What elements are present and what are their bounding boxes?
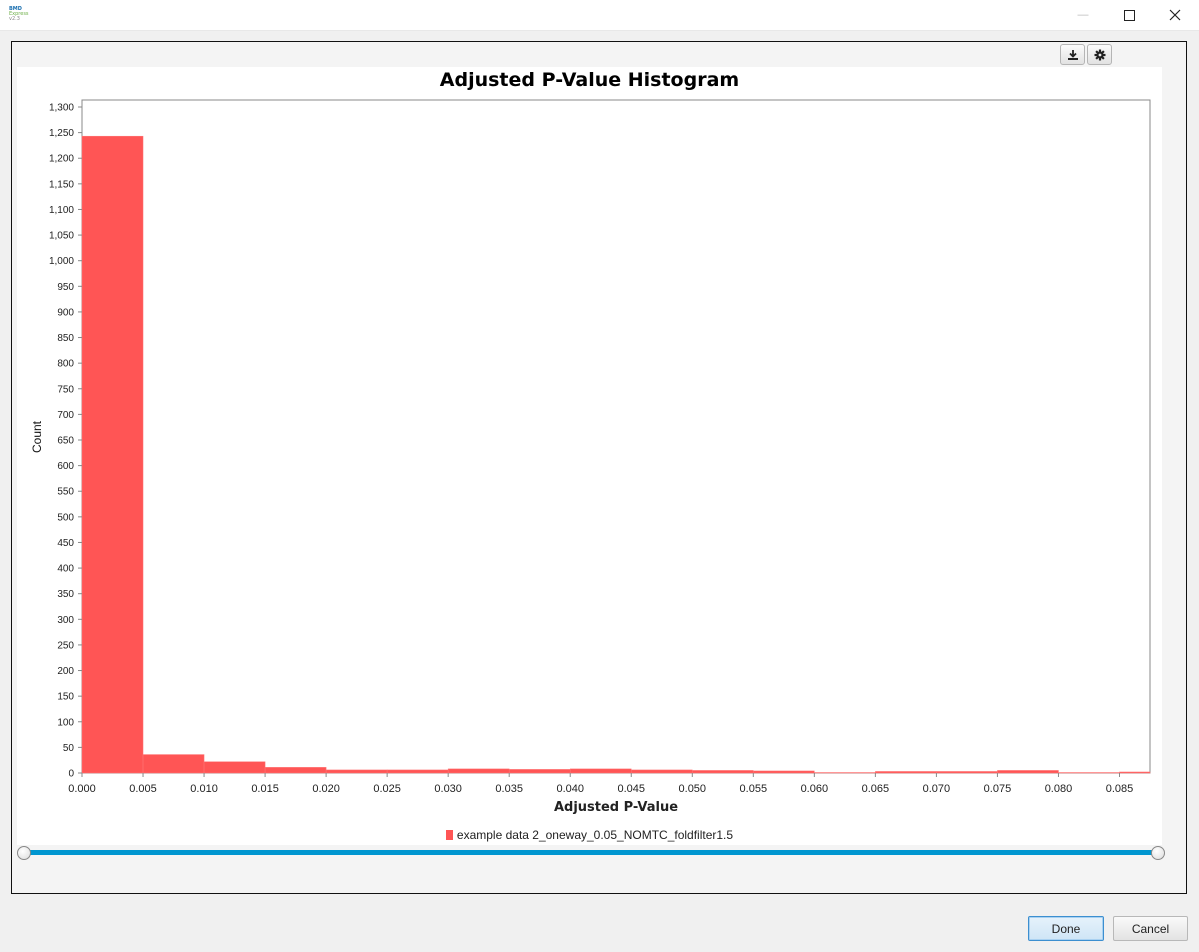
x-tick-label: 0.035: [495, 783, 523, 795]
x-tick-label: 0.070: [923, 783, 951, 795]
histogram-bar: [203, 761, 266, 774]
minimize-icon: —: [1077, 9, 1089, 21]
histogram-bar: [631, 769, 693, 774]
close-button[interactable]: [1152, 0, 1198, 30]
chart-panel: 0 50 100 150 200 250 300 350 400 450 500 550 600 650 7…: [17, 67, 1162, 845]
y-tick-label: 150: [57, 692, 74, 703]
settings-button[interactable]: [1087, 44, 1112, 65]
done-button[interactable]: Done: [1028, 916, 1104, 941]
histogram-chart: 0 50 100 150 200 250 300 350 400 450 500 550 600 650 7…: [49, 99, 1151, 795]
y-axis-label: Count: [30, 420, 44, 454]
window-titlebar: BMD Express v2.3 —: [0, 0, 1199, 31]
maximize-button[interactable]: [1106, 0, 1152, 30]
y-tick-label: 500: [57, 512, 74, 523]
y-tick-label: 100: [57, 717, 74, 728]
y-tick-label: 250: [57, 640, 74, 651]
legend-label: example data 2_oneway_0.05_NOMTC_foldfil…: [456, 828, 734, 842]
y-tick-label: 450: [57, 538, 74, 549]
x-tick-label: 0.080: [1045, 783, 1073, 795]
x-tick-label: 0.065: [862, 783, 890, 795]
histogram-bar: [447, 768, 510, 774]
x-tick-label: 0.010: [190, 783, 218, 795]
histogram-bar: [386, 769, 449, 774]
minimize-button[interactable]: —: [1060, 0, 1106, 30]
plot-area: [81, 99, 1151, 774]
x-tick-label: 0.030: [434, 783, 462, 795]
y-tick-label: 800: [57, 359, 74, 370]
range-slider-low-thumb[interactable]: [17, 846, 31, 860]
y-tick-label: 850: [57, 333, 74, 344]
maximize-icon: [1123, 9, 1135, 21]
y-tick-label: 200: [57, 666, 74, 677]
histogram-bar: [81, 135, 144, 774]
histogram-bar: [264, 767, 327, 774]
histogram-bar: [569, 768, 632, 774]
histogram-bar: [875, 771, 937, 774]
x-tick-label: 0.050: [679, 783, 707, 795]
y-tick-label: 700: [57, 410, 74, 421]
histogram-bar: [508, 769, 571, 774]
x-tick-label: 0.055: [740, 783, 768, 795]
cancel-button[interactable]: Cancel: [1113, 916, 1188, 941]
y-tick-label: 1,100: [49, 205, 74, 216]
histogram-bar: [1058, 772, 1120, 774]
y-tick-label: 400: [57, 564, 74, 575]
x-tick-label: 0.015: [251, 783, 279, 795]
x-tick-label: 0.000: [68, 783, 96, 795]
legend-swatch: [445, 830, 453, 840]
gear-icon: [1094, 49, 1105, 60]
y-tick-label: 350: [57, 589, 74, 600]
y-tick-label: 650: [57, 436, 74, 447]
histogram-bar: [814, 772, 876, 774]
download-button[interactable]: [1060, 44, 1085, 65]
download-icon: [1067, 49, 1078, 60]
y-tick-label: 1,200: [49, 154, 74, 165]
y-tick-label: 50: [63, 743, 75, 754]
x-tick-label: 0.025: [373, 783, 401, 795]
x-tick-label: 0.045: [617, 783, 645, 795]
x-tick-label: 0.040: [556, 783, 584, 795]
close-icon: [1169, 9, 1181, 21]
y-tick-label: 300: [57, 615, 74, 626]
y-tick-label: 1,000: [49, 256, 74, 267]
y-tick-label: 1,050: [49, 231, 74, 242]
histogram-bar: [753, 770, 815, 774]
y-tick-label: 900: [57, 307, 74, 318]
app-logo-icon: BMD Express v2.3: [9, 6, 29, 22]
histogram-bar: [1119, 771, 1151, 774]
legend: example data 2_oneway_0.05_NOMTC_foldfil…: [17, 828, 1162, 842]
chart-title: Adjusted P-Value Histogram: [439, 69, 740, 91]
x-tick-label: 0.020: [312, 783, 340, 795]
histogram-bar: [325, 769, 388, 774]
histogram-bar: [936, 771, 998, 774]
histogram-bar: [692, 770, 754, 774]
histogram-bar: [142, 754, 205, 774]
y-tick-label: 1,300: [49, 103, 74, 114]
y-tick-label: 1,150: [49, 179, 74, 190]
x-tick-label: 0.060: [801, 783, 829, 795]
x-tick-label: 0.085: [1106, 783, 1134, 795]
x-tick-label: 0.075: [984, 783, 1012, 795]
y-tick-label: 950: [57, 282, 74, 293]
range-slider-track[interactable]: [24, 850, 1158, 855]
y-tick-label: 1,250: [49, 128, 74, 139]
x-axis-label: Adjusted P-Value: [553, 800, 679, 815]
y-tick-label: 0: [68, 769, 74, 780]
range-slider-high-thumb[interactable]: [1151, 846, 1165, 860]
y-tick-label: 600: [57, 461, 74, 472]
histogram-bar: [997, 770, 1059, 774]
y-tick-label: 550: [57, 487, 74, 498]
y-tick-label: 750: [57, 384, 74, 395]
x-tick-label: 0.005: [129, 783, 157, 795]
